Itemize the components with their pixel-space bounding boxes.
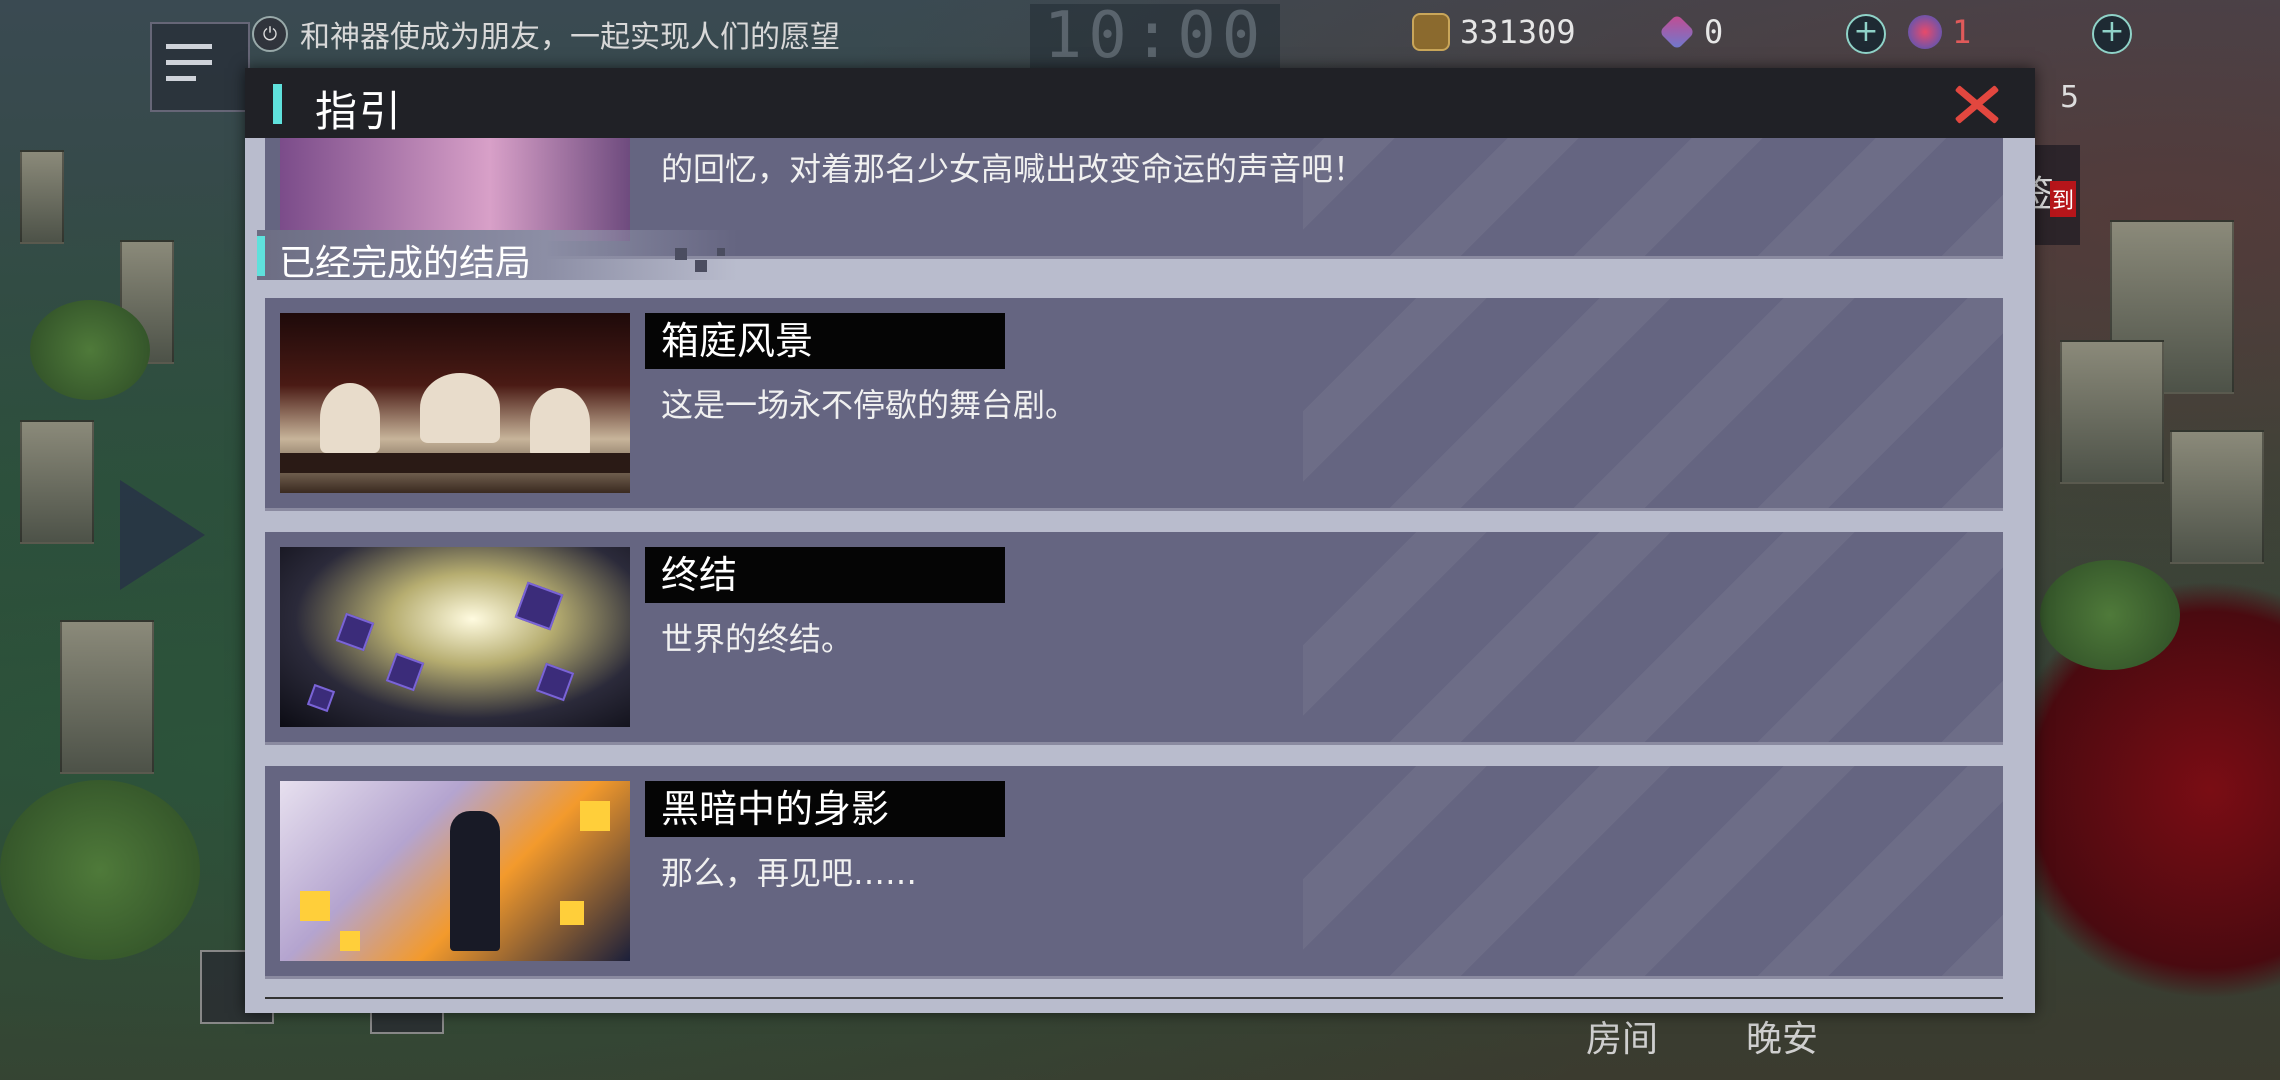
card-pattern — [1303, 532, 2003, 742]
ending-thumbnail — [280, 781, 630, 961]
art-cube — [535, 662, 575, 702]
art-figure — [530, 388, 590, 458]
building — [60, 620, 154, 774]
ending-thumbnail — [280, 547, 630, 727]
right-counter: 5 — [2060, 80, 2080, 115]
ticket-counter: 1 — [1908, 12, 2108, 52]
clock: 10:00 — [1030, 4, 1280, 68]
ending-description: 那么，再见吧…… — [661, 854, 918, 892]
section-header: 已经完成的结局 — [257, 230, 737, 284]
ticket-icon — [1908, 15, 1942, 49]
pixel-decoration — [717, 248, 725, 256]
guide-dialog: 指引 的回忆，对着那名少女高喊出改变命运的声音吧！ 已经完成的结局 箱庭风景 这… — [245, 68, 2035, 1013]
section-accent — [257, 236, 265, 276]
building — [2170, 430, 2264, 564]
sign-in-badge: 到 — [2050, 181, 2077, 217]
section-title: 已经完成的结局 — [279, 243, 532, 284]
pixel-decoration — [675, 248, 687, 260]
ending-description: 世界的终结。 — [661, 620, 854, 658]
card-pattern — [1303, 766, 2003, 976]
room-button[interactable]: 房间 — [1586, 1010, 1658, 1062]
tree — [0, 780, 200, 960]
notice-text: 和神器使成为朋友，一起实现人们的愿望 — [300, 20, 840, 55]
coin-icon — [1412, 13, 1450, 51]
art-cube — [335, 612, 375, 652]
menu-line — [166, 76, 196, 81]
top-hud: ⏻ 和神器使成为朋友，一起实现人们的愿望 10:00 331309 0 + 1 … — [0, 0, 2280, 112]
ending-description: 的回忆，对着那名少女高喊出改变命运的声音吧！ — [661, 150, 1366, 188]
ending-thumbnail — [280, 313, 630, 493]
menu-line — [166, 44, 212, 49]
ending-card[interactable]: 箱庭风景 这是一场永不停歇的舞台剧。 — [265, 298, 2003, 508]
notice-bar: ⏻ 和神器使成为朋友，一起实现人们的愿望 — [252, 14, 840, 55]
ending-card[interactable]: 终结 世界的终结。 — [265, 532, 2003, 742]
ticket-value: 1 — [1952, 13, 1972, 51]
dialog-title: 指引 — [315, 87, 404, 136]
pixel-decoration — [695, 260, 707, 272]
art-cube — [385, 652, 425, 692]
card-pattern — [1303, 138, 2003, 256]
art-stage — [280, 453, 630, 473]
gem-icon — [1658, 13, 1696, 51]
ending-name: 终结 — [645, 547, 1005, 603]
ending-name: 黑暗中的身影 — [645, 781, 1005, 837]
gem-value: 0 — [1704, 13, 1724, 51]
card-pattern — [1303, 298, 2003, 508]
ending-name: 箱庭风景 — [645, 313, 1005, 369]
add-gem-button[interactable]: + — [1846, 14, 1886, 54]
play-arrow-icon[interactable] — [120, 480, 205, 590]
currency-value: 331309 — [1460, 13, 1576, 51]
art-square — [340, 931, 360, 951]
tree — [2040, 560, 2180, 670]
header-accent — [273, 84, 282, 124]
art-silhouette — [450, 811, 500, 951]
menu-line — [166, 60, 212, 65]
ending-thumbnail — [280, 138, 630, 241]
menu-button[interactable] — [150, 22, 250, 112]
list-divider — [265, 997, 2003, 999]
currency-counter: 331309 — [1412, 12, 1602, 52]
art-cube — [514, 581, 564, 631]
tree — [30, 300, 150, 400]
building — [20, 150, 64, 244]
building — [20, 420, 94, 544]
art-square — [300, 891, 330, 921]
art-figure — [320, 383, 380, 453]
goodnight-button[interactable]: 晚安 — [1746, 1010, 1818, 1062]
art-square — [580, 801, 610, 831]
building — [2060, 340, 2164, 484]
art-figure — [420, 373, 500, 443]
ending-card[interactable]: 黑暗中的身影 那么，再见吧…… — [265, 766, 2003, 976]
dialog-header: 指引 — [245, 68, 2035, 138]
add-ticket-button[interactable]: + — [2092, 14, 2132, 54]
ticket-bar — [1948, 14, 2108, 50]
ending-description: 这是一场永不停歇的舞台剧。 — [661, 386, 1078, 424]
gem-counter: 0 — [1658, 12, 1850, 52]
power-icon: ⏻ — [252, 16, 288, 52]
art-cube — [306, 683, 336, 713]
art-square — [560, 901, 584, 925]
endings-list[interactable]: 的回忆，对着那名少女高喊出改变命运的声音吧！ 已经完成的结局 箱庭风景 这是一场… — [245, 138, 2035, 1013]
close-icon[interactable] — [1955, 82, 1999, 126]
